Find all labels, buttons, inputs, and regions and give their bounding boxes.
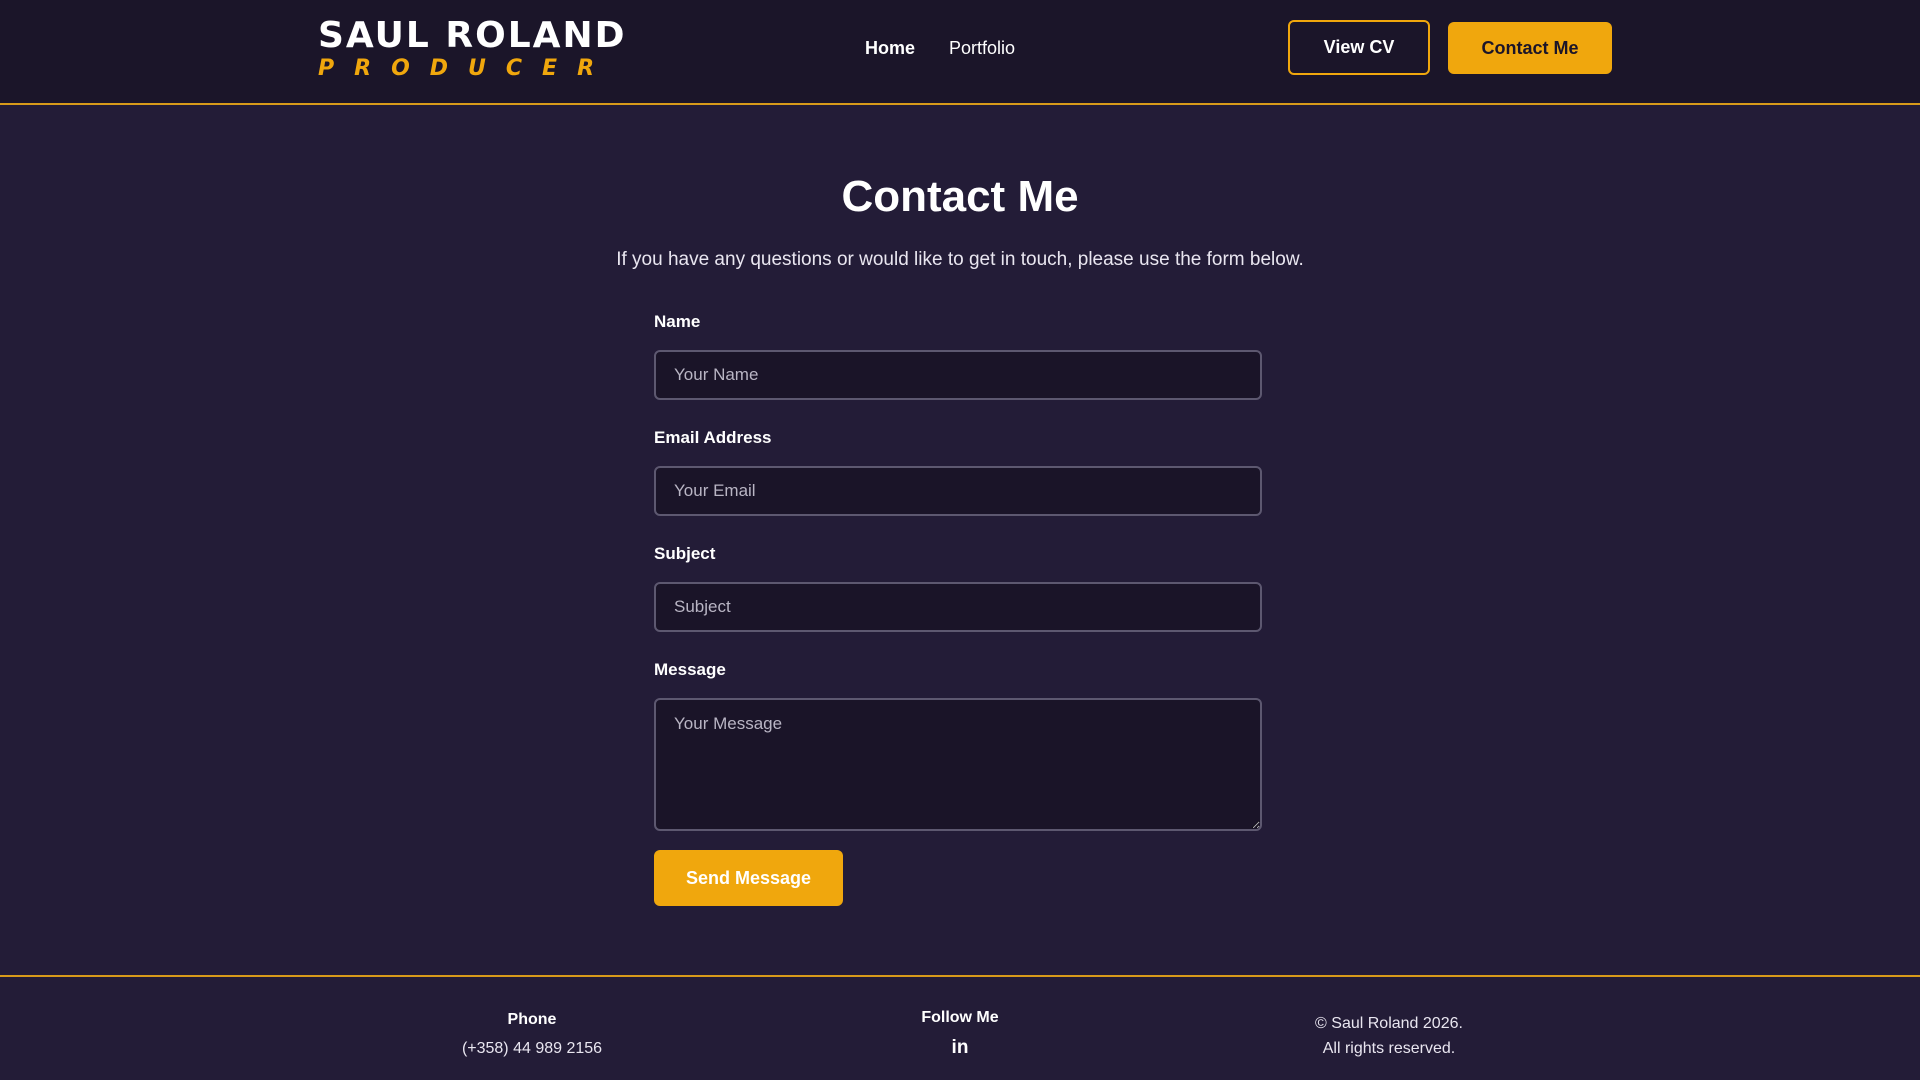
view-cv-button[interactable]: View CV (1288, 20, 1430, 75)
name-input[interactable] (654, 350, 1262, 400)
copyright-line: © Saul Roland 2026. (1315, 1015, 1463, 1032)
logo[interactable]: SAUL ROLAND PRODUCER (318, 15, 627, 82)
email-input[interactable] (654, 466, 1262, 516)
contact-form: Name Email Address Subject Message (654, 310, 1262, 831)
phone-number: (+358) 44 989 2156 (461, 1040, 603, 1057)
main-nav: Home Portfolio (865, 36, 1015, 60)
subject-input[interactable] (654, 582, 1262, 632)
message-textarea[interactable] (654, 698, 1262, 831)
logo-name: SAUL ROLAND (318, 15, 627, 56)
footer-phone: Phone (+358) 44 989 2156 (432, 1009, 632, 1060)
page-subtitle: If you have any questions or would like … (616, 249, 1304, 270)
site-footer: Phone (+358) 44 989 2156 Follow Me in © … (0, 975, 1920, 1080)
footer-follow: Follow Me in (860, 1007, 1060, 1059)
rights-line: All rights reserved. (1322, 1040, 1456, 1057)
footer-copyright: © Saul Roland 2026. All rights reserved. (1239, 1011, 1539, 1061)
page-title: Contact Me (841, 172, 1079, 221)
subject-label: Subject (654, 544, 716, 563)
linkedin-icon[interactable]: in (952, 1037, 969, 1059)
nav-portfolio-link[interactable]: Portfolio (949, 36, 1015, 60)
email-label: Email Address (654, 428, 772, 447)
site-header: SAUL ROLAND PRODUCER Home Portfolio View… (0, 0, 1920, 105)
logo-tagline: PRODUCER (318, 56, 615, 81)
follow-heading: Follow Me (921, 1009, 999, 1026)
send-message-button[interactable]: Send Message (654, 850, 843, 906)
nav-home-link[interactable]: Home (865, 36, 915, 60)
contact-me-button[interactable]: Contact Me (1448, 22, 1612, 74)
message-label: Message (654, 660, 726, 679)
name-label: Name (654, 312, 701, 331)
phone-heading: Phone (507, 1011, 557, 1028)
